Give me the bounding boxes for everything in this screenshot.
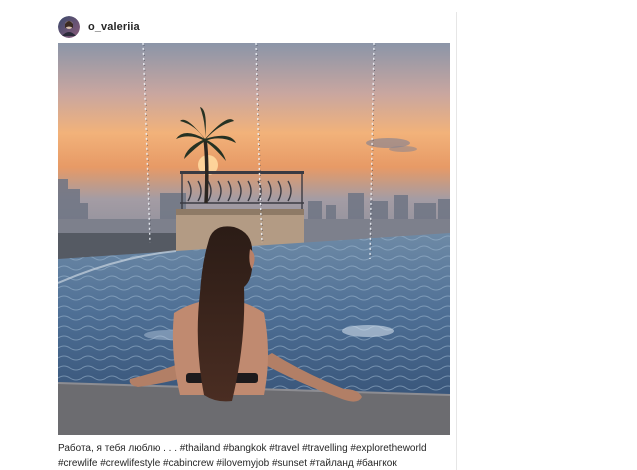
caption-line-1: Работа, я тебя люблю . . . #thailand #ba… <box>58 443 427 454</box>
avatar-image <box>58 16 80 38</box>
rooftop-pool-sunset-photo <box>58 43 450 435</box>
column-divider <box>456 12 457 470</box>
post-photo[interactable] <box>58 43 450 435</box>
post-header: o_valeriia <box>58 15 140 39</box>
username-link[interactable]: o_valeriia <box>88 21 140 33</box>
instagram-page: o_valeriia Работа, я тебя люблю . . . #t… <box>0 0 637 470</box>
post-card: o_valeriia Работа, я тебя люблю . . . #t… <box>0 0 456 470</box>
post-caption: Работа, я тебя люблю . . . #thailand #ba… <box>58 441 458 470</box>
avatar[interactable] <box>58 16 80 38</box>
caption-line-2: #crewlife #crewlifestyle #cabincrew #ilo… <box>58 458 397 469</box>
